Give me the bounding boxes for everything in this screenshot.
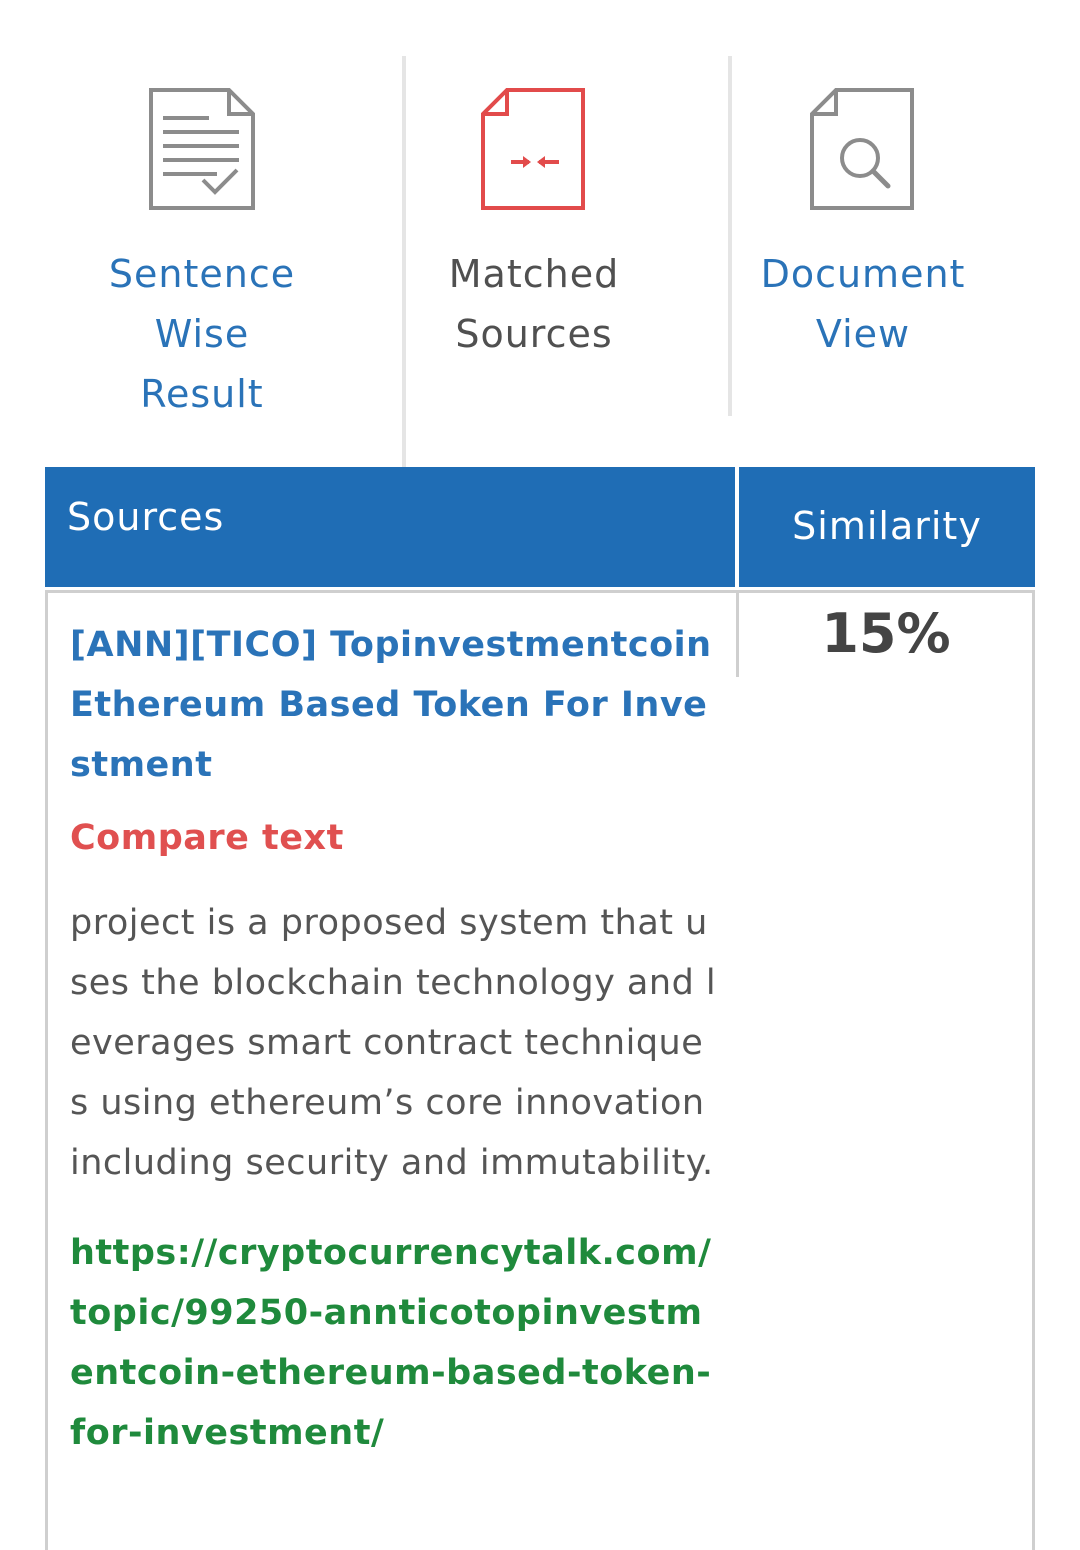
source-cell: [ANN][TICO] Topinvestmentcoin Ethereum B… bbox=[70, 615, 720, 1463]
matched-text: project is a proposed system that uses t… bbox=[70, 903, 717, 1183]
column-header-sources[interactable]: Sources bbox=[45, 467, 735, 587]
tab-document-view-label: Document View bbox=[760, 252, 966, 356]
cell-divider bbox=[736, 593, 739, 677]
source-title-link[interactable]: [ANN][TICO] Topinvestmentcoin Ethereum B… bbox=[70, 615, 720, 795]
document-check-icon bbox=[149, 88, 255, 210]
document-compare-icon bbox=[481, 88, 585, 210]
column-header-similarity-label: Similarity bbox=[792, 504, 982, 548]
column-header-sources-label: Sources bbox=[67, 495, 225, 539]
document-search-icon bbox=[810, 88, 914, 210]
table-row: [ANN][TICO] Topinvestmentcoin Ethereum B… bbox=[45, 590, 1035, 1550]
matched-sources-page: Sentence Wise Result Matched Sources Doc… bbox=[0, 0, 1080, 1550]
tab-document-view[interactable]: Document View bbox=[698, 28, 1028, 364]
similarity-percentage: 15% bbox=[821, 602, 951, 665]
tab-matched-sources-label: Matched Sources bbox=[448, 252, 620, 356]
report-view-tabs: Sentence Wise Result Matched Sources Doc… bbox=[36, 28, 1036, 478]
column-header-similarity[interactable]: Similarity bbox=[739, 467, 1035, 587]
tab-sentence-wise-result-label: Sentence Wise Result bbox=[108, 252, 296, 416]
sources-table-header: Sources Similarity bbox=[45, 467, 1035, 587]
compare-text-link[interactable]: Compare text bbox=[70, 813, 720, 863]
source-url-link[interactable]: https://cryptocurrencytalk.com/topic/992… bbox=[70, 1223, 720, 1463]
tab-matched-sources[interactable]: Matched Sources bbox=[374, 28, 694, 364]
tab-sentence-wise-result[interactable]: Sentence Wise Result bbox=[36, 28, 368, 424]
